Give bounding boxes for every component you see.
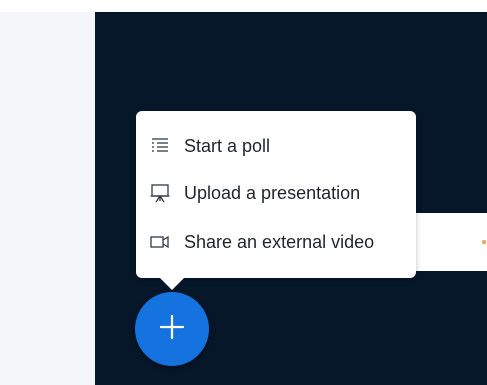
video-camera-icon — [149, 231, 171, 253]
start-poll-label: Start a poll — [184, 136, 271, 156]
actions-button[interactable] — [135, 292, 209, 366]
upload-presentation-label: Upload a presentation — [184, 183, 361, 203]
poll-list-icon — [149, 135, 171, 157]
menu-pointer — [158, 276, 186, 290]
plus-icon — [157, 312, 187, 347]
actions-menu: Start a poll Upload a presentation Share… — [136, 111, 416, 278]
share-external-video-label: Share an external video — [184, 232, 375, 252]
chat-indicator-dot — [482, 240, 486, 244]
share-external-video-item[interactable]: Share an external video — [136, 221, 416, 263]
upload-presentation-item[interactable]: Upload a presentation — [136, 172, 416, 214]
left-panel — [0, 0, 95, 385]
presentation-screen-icon — [149, 182, 171, 204]
start-poll-item[interactable]: Start a poll — [136, 125, 416, 167]
